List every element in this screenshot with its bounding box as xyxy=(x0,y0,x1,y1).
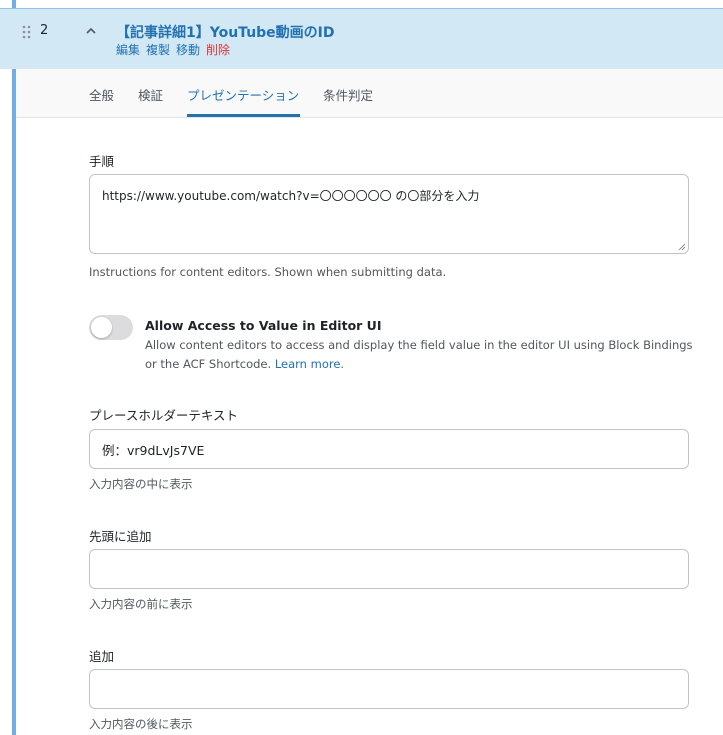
tab-validation[interactable]: 検証 xyxy=(138,85,163,104)
prepend-hint: 入力内容の前に表示 xyxy=(89,597,193,611)
instructions-text: https://www.youtube.com/watch?v=〇〇〇〇〇〇 の… xyxy=(102,189,480,203)
resize-grip-icon[interactable] xyxy=(678,243,686,251)
chevron-up-icon[interactable] xyxy=(84,23,98,37)
placeholder-input[interactable] xyxy=(89,429,689,469)
tab-general[interactable]: 全般 xyxy=(89,85,114,104)
edit-link[interactable]: 編集 xyxy=(116,43,140,57)
instructions-textarea[interactable]: https://www.youtube.com/watch?v=〇〇〇〇〇〇 の… xyxy=(89,174,689,254)
field-order-number: 2 xyxy=(40,23,49,38)
editor-access-description: Allow content editors to access and disp… xyxy=(145,336,695,374)
append-input[interactable] xyxy=(89,669,689,709)
append-label: 追加 xyxy=(89,649,115,664)
editor-access-toggle[interactable] xyxy=(89,315,133,340)
prepend-label: 先頭に追加 xyxy=(89,529,152,544)
top-strip xyxy=(0,0,723,8)
field-header[interactable]: 2 【記事詳細1】YouTube動画のID 編集 複製 移動 削除 xyxy=(0,8,723,69)
active-tab-indicator xyxy=(187,114,300,117)
instructions-label: 手順 xyxy=(89,154,115,169)
append-hint: 入力内容の後に表示 xyxy=(89,717,193,731)
instructions-hint: Instructions for content editors. Shown … xyxy=(89,265,447,279)
field-title[interactable]: 【記事詳細1】YouTube動画のID xyxy=(116,22,335,42)
prepend-input[interactable] xyxy=(89,549,689,589)
tab-presentation[interactable]: プレゼンテーション xyxy=(187,85,299,104)
learn-more-link[interactable]: Learn more. xyxy=(275,357,344,371)
placeholder-label: プレースホルダーテキスト xyxy=(89,408,239,423)
drag-handle-icon[interactable] xyxy=(22,25,32,39)
settings-tabs: 全般 検証 プレゼンテーション 条件判定 xyxy=(16,69,723,118)
move-link[interactable]: 移動 xyxy=(176,43,200,57)
row-actions: 編集 複製 移動 削除 xyxy=(116,41,236,58)
editor-access-title: Allow Access to Value in Editor UI xyxy=(145,318,382,333)
delete-link[interactable]: 削除 xyxy=(206,43,230,57)
toggle-knob xyxy=(91,317,112,338)
tab-conditional-logic[interactable]: 条件判定 xyxy=(323,85,373,104)
editor-access-description-text: Allow content editors to access and disp… xyxy=(145,338,693,371)
placeholder-hint: 入力内容の中に表示 xyxy=(89,477,193,491)
duplicate-link[interactable]: 複製 xyxy=(146,43,170,57)
